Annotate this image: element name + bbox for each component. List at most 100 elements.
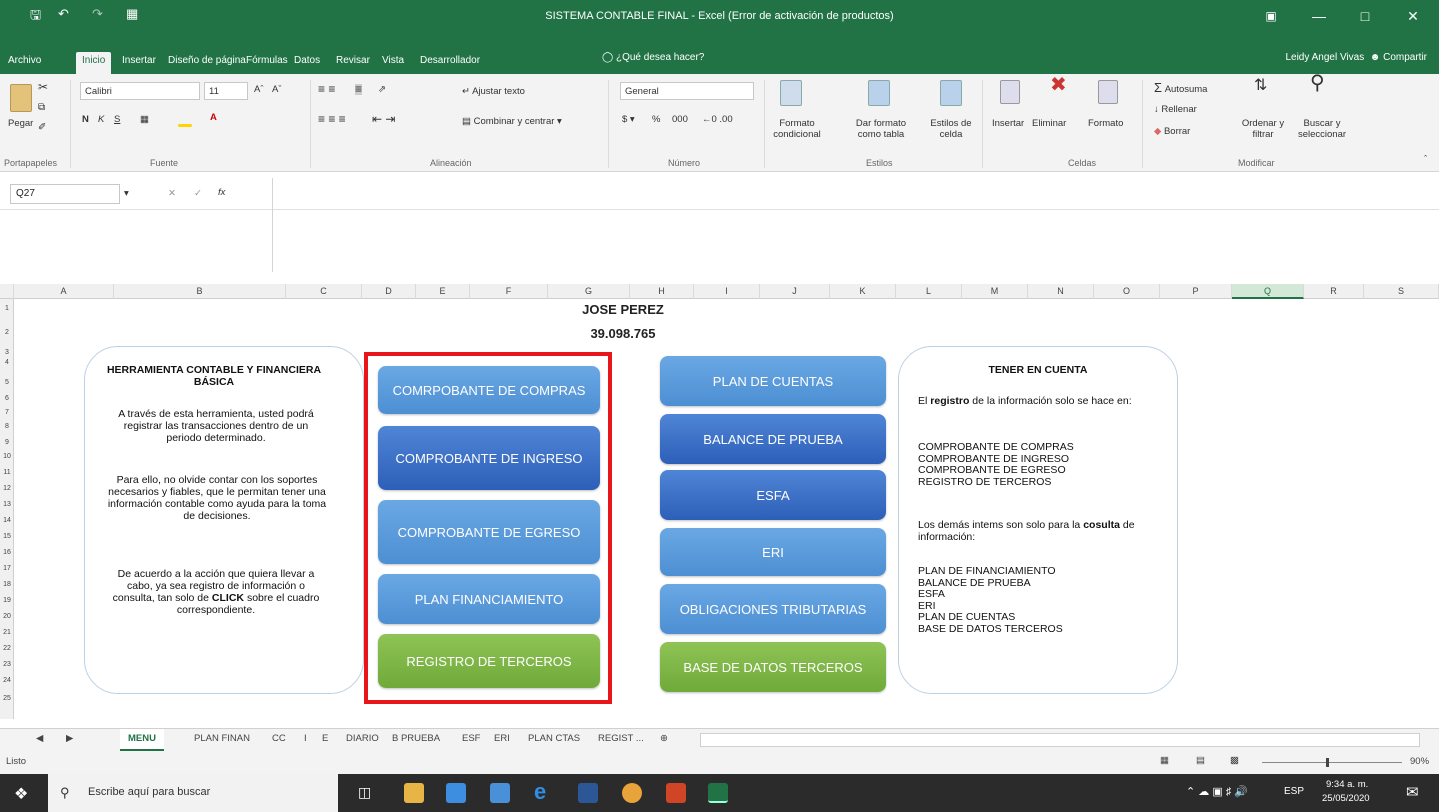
obligaciones-tributarias-button[interactable]: OBLIGACIONES TRIBUTARIAS xyxy=(660,584,886,634)
column-header[interactable]: M xyxy=(962,284,1028,299)
taskbar-search[interactable]: ⚲ Escribe aquí para buscar xyxy=(48,774,338,812)
column-header[interactable]: S xyxy=(1364,284,1439,299)
column-header[interactable]: P xyxy=(1160,284,1232,299)
row-header[interactable]: 10 xyxy=(0,453,14,460)
column-header[interactable]: A xyxy=(14,284,114,299)
row-header[interactable]: 25 xyxy=(0,695,14,702)
insert-cells-icon[interactable] xyxy=(1000,80,1020,104)
tab-diseno[interactable]: Diseño de página xyxy=(162,52,252,74)
sheet-tab[interactable]: PLAN FINAN xyxy=(194,733,250,744)
zoom-level[interactable]: 90% xyxy=(1410,756,1429,767)
sheet-tab[interactable]: B PRUEBA xyxy=(392,733,440,744)
italic-icon[interactable]: K xyxy=(98,114,104,125)
enter-formula-icon[interactable]: ✓ xyxy=(194,188,202,199)
mail-icon[interactable] xyxy=(446,783,466,803)
font-color-icon[interactable]: A xyxy=(210,112,217,123)
cut-icon[interactable]: ✂ xyxy=(38,81,48,93)
row-header[interactable]: 20 xyxy=(0,613,14,620)
tab-inicio[interactable]: Inicio xyxy=(76,52,112,74)
store-icon[interactable] xyxy=(404,783,424,803)
sheet-tab[interactable]: ESF xyxy=(462,733,480,744)
tab-archivo[interactable]: Archivo xyxy=(2,52,47,74)
row-header[interactable]: 2 xyxy=(0,329,14,336)
decimal-icon[interactable]: ←0 .00 xyxy=(702,114,733,125)
column-header[interactable]: B xyxy=(114,284,286,299)
sheet-tab[interactable]: CC xyxy=(272,733,286,744)
page-layout-icon[interactable]: ▤ xyxy=(1196,755,1205,766)
clear-button[interactable]: ◆ Borrar xyxy=(1154,126,1190,137)
notifications-icon[interactable]: ✉ xyxy=(1406,783,1419,801)
align-left-icon[interactable]: ≡ ≡ ≡ xyxy=(318,113,346,125)
tell-me-box[interactable]: ◯ ¿Qué desea hacer? xyxy=(602,52,704,63)
row-header[interactable]: 14 xyxy=(0,517,14,524)
clock-time[interactable]: 9:34 a. m. xyxy=(1326,779,1368,790)
font-size-select[interactable]: 11 xyxy=(204,82,248,100)
format-cells-icon[interactable] xyxy=(1098,80,1118,104)
column-header[interactable]: I xyxy=(694,284,760,299)
merge-center-button[interactable]: ▤ Combinar y centrar ▾ xyxy=(462,116,562,127)
percent-icon[interactable]: % xyxy=(652,114,660,125)
zoom-handle[interactable] xyxy=(1326,758,1329,767)
tab-vista[interactable]: Vista xyxy=(376,52,410,74)
add-sheet-icon[interactable]: ⊕ xyxy=(660,733,668,744)
horizontal-scrollbar[interactable] xyxy=(700,733,1420,747)
cell-styles-button[interactable]: Estilos de celda xyxy=(926,118,976,140)
eri-button[interactable]: ERI xyxy=(660,528,886,576)
row-header[interactable]: 3 xyxy=(0,349,14,356)
row-header[interactable]: 24 xyxy=(0,677,14,684)
underline-icon[interactable]: S xyxy=(114,114,120,125)
fill-button[interactable]: ↓ Rellenar xyxy=(1154,104,1197,115)
formula-input[interactable] xyxy=(272,178,1431,272)
paste-icon[interactable] xyxy=(10,84,32,112)
sort-filter-button[interactable]: Ordenar y filtrar xyxy=(1238,118,1288,140)
column-header[interactable]: G xyxy=(548,284,630,299)
row-header[interactable]: 19 xyxy=(0,597,14,604)
column-header[interactable]: D xyxy=(362,284,416,299)
tab-datos[interactable]: Datos xyxy=(288,52,326,74)
tab-formulas[interactable]: Fórmulas xyxy=(240,52,294,74)
find-icon[interactable]: ⚲ xyxy=(1310,73,1325,93)
sheet-tab[interactable]: I xyxy=(304,733,307,744)
delete-cells-button[interactable]: Eliminar xyxy=(1032,118,1066,129)
row-header[interactable]: 5 xyxy=(0,379,14,386)
column-header[interactable]: R xyxy=(1304,284,1364,299)
zoom-slider[interactable] xyxy=(1262,762,1402,763)
align-bottom-icon[interactable]: ≡ xyxy=(355,83,363,95)
copy-icon[interactable]: ⧉ xyxy=(38,102,45,113)
column-header[interactable]: F xyxy=(470,284,548,299)
align-top-icon[interactable]: ≡ ≡ xyxy=(318,83,335,95)
sheet-tab[interactable]: REGIST ... xyxy=(598,733,644,744)
minimize-button[interactable]: — xyxy=(1296,4,1342,28)
edge-icon[interactable]: e xyxy=(534,779,546,805)
task-view-icon[interactable]: ◫ xyxy=(358,784,371,801)
borders-icon[interactable]: ▦ xyxy=(140,114,149,125)
row-header[interactable]: 8 xyxy=(0,423,14,430)
indent-icon[interactable]: ⇤ ⇥ xyxy=(372,113,395,125)
cancel-formula-icon[interactable]: ✕ xyxy=(168,188,176,199)
delete-cells-icon[interactable]: ✖ xyxy=(1050,75,1067,95)
grow-font-icon[interactable]: Aˆ xyxy=(254,84,264,95)
row-header[interactable]: 7 xyxy=(0,409,14,416)
maximize-button[interactable]: □ xyxy=(1342,4,1388,28)
column-header[interactable]: N xyxy=(1028,284,1094,299)
insert-cells-button[interactable]: Insertar xyxy=(992,118,1024,129)
select-all-corner[interactable] xyxy=(0,284,14,299)
name-box[interactable]: Q27 xyxy=(10,184,120,204)
column-header[interactable]: K xyxy=(830,284,896,299)
base-datos-terceros-button[interactable]: BASE DE DATOS TERCEROS xyxy=(660,642,886,692)
bold-icon[interactable]: N xyxy=(82,114,89,125)
collapse-ribbon-icon[interactable]: ˆ xyxy=(1424,154,1427,165)
row-header[interactable]: 6 xyxy=(0,395,14,402)
orientation-icon[interactable]: ⇗ xyxy=(378,84,386,95)
format-table-button[interactable]: Dar formato como tabla xyxy=(848,118,914,140)
conditional-format-icon[interactable] xyxy=(780,80,802,106)
insert-function-icon[interactable]: fx xyxy=(218,187,225,198)
format-cells-button[interactable]: Formato xyxy=(1088,118,1123,129)
column-header[interactable]: O xyxy=(1094,284,1160,299)
shrink-font-icon[interactable]: Aˇ xyxy=(272,84,282,95)
row-header[interactable]: 17 xyxy=(0,565,14,572)
page-break-icon[interactable]: ▩ xyxy=(1230,755,1239,766)
cell-styles-icon[interactable] xyxy=(940,80,962,106)
row-header[interactable]: 4 xyxy=(0,359,14,366)
tab-revisar[interactable]: Revisar xyxy=(330,52,376,74)
